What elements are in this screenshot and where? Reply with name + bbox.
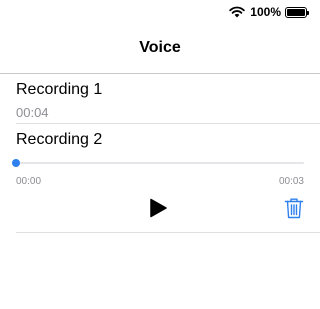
recording-item-1[interactable]: Recording 1 00:04: [16, 81, 304, 120]
playback-scrubber[interactable]: [12, 159, 304, 167]
battery-percent: 100%: [250, 5, 281, 19]
recording-title: Recording 1: [16, 81, 103, 98]
status-bar: 100%: [0, 0, 320, 24]
nav-divider: [0, 73, 320, 74]
wifi-icon: [229, 6, 245, 18]
status-indicators: 100%: [229, 5, 309, 19]
total-time: 00:03: [278, 176, 304, 187]
current-time: 00:00: [16, 176, 42, 187]
battery-icon: [285, 6, 309, 18]
scrubber-track[interactable]: [16, 162, 304, 164]
trash-icon[interactable]: [284, 197, 304, 219]
list-divider: [16, 123, 320, 124]
recording-item-2[interactable]: Recording 2: [16, 131, 304, 149]
list-divider: [16, 232, 320, 233]
battery-level: [287, 8, 305, 16]
scrubber-thumb[interactable]: [12, 159, 20, 167]
recording-duration: 00:04: [16, 105, 49, 120]
recording-title: Recording 2: [16, 131, 103, 148]
page-title: Voice: [139, 39, 181, 56]
play-icon[interactable]: [148, 198, 168, 218]
